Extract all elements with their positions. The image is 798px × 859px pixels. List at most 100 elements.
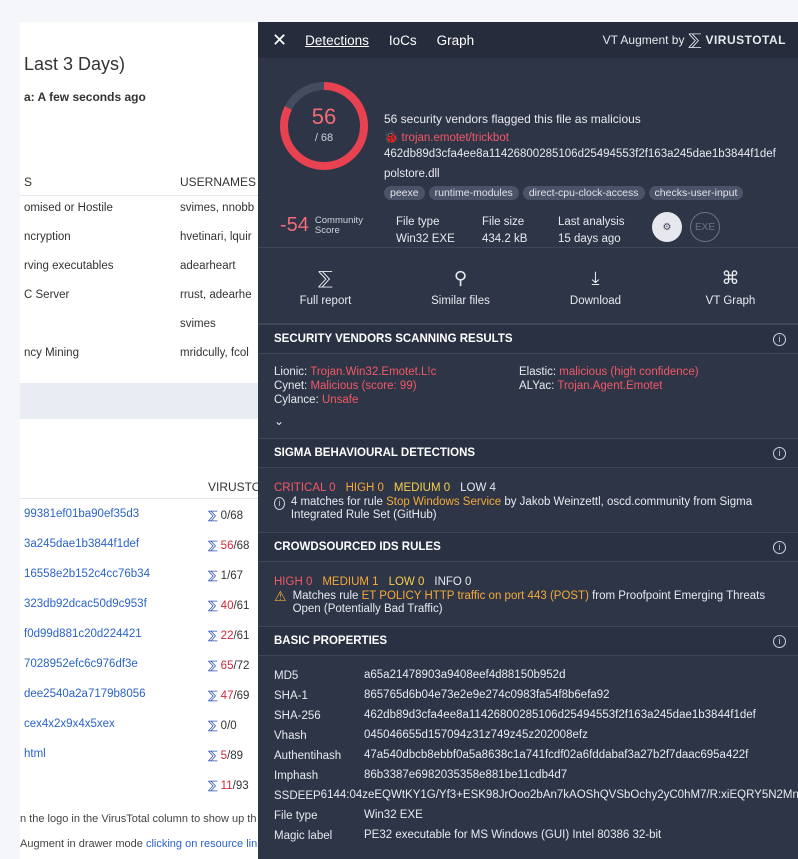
hash-link[interactable]: 7028952efc6c976df3e xyxy=(24,658,138,670)
vt-score[interactable]: ⅀ 40/61 xyxy=(208,598,249,612)
tab-graph[interactable]: Graph xyxy=(437,33,475,48)
vendor-results: Lionic: Trojan.Win32.Emotet.L!c Elastic:… xyxy=(258,354,798,412)
property-row: Imphash 86b3387e6982035358e881be11cdb4d7 xyxy=(274,766,782,786)
tag[interactable]: runtime-modules xyxy=(428,186,519,200)
vt-score[interactable]: ⅀ 65/72 xyxy=(208,658,249,672)
community-score: -54 Community Score xyxy=(280,214,363,237)
drawer-topbar: ✕ Detections IoCs Graph VT Augment by ⅀ … xyxy=(258,22,798,58)
search-icon: ⚲ xyxy=(453,268,468,288)
virustotal-logo-icon[interactable]: ⅀ xyxy=(208,750,218,762)
tag-list: peexe runtime-modules direct-cpu-clock-a… xyxy=(384,186,744,200)
tab-detections[interactable]: Detections xyxy=(305,33,369,48)
info-icon[interactable]: i xyxy=(773,332,786,346)
file-size: File size 434.2 kB xyxy=(482,216,528,245)
ids-severity-counts: HIGH 0 MEDIUM 1 LOW 0 INFO 0 xyxy=(274,576,472,588)
info-icon[interactable]: i xyxy=(773,446,786,460)
property-key: MD5 xyxy=(274,670,299,682)
column-header-virustotal: VIRUSTO xyxy=(208,480,262,494)
hash-link[interactable]: 16558e2b152c4cc76b34 xyxy=(24,568,150,580)
vt-score[interactable]: ⅀ 56/68 xyxy=(208,538,249,552)
sigma-rule-match: i 4 matches for rule Stop Windows Servic… xyxy=(274,496,782,522)
virustotal-logo-icon[interactable]: ⅀ xyxy=(208,690,218,702)
property-key: SSDEEP xyxy=(274,790,321,802)
table-cell: rrust, adearhe xyxy=(180,289,252,301)
sigma-section-header: SIGMA BEHAVIOURAL DETECTIONS i xyxy=(258,438,798,468)
chevron-down-icon[interactable]: ⌄ xyxy=(258,412,798,438)
vt-score[interactable]: ⅀ 5/89 xyxy=(208,748,243,762)
table-cell: ncy Mining xyxy=(24,347,79,359)
info-icon[interactable]: i xyxy=(773,634,786,648)
info-icon[interactable]: i xyxy=(773,540,786,554)
file-icons: ⚙ EXE xyxy=(652,212,720,242)
tag[interactable]: peexe xyxy=(384,186,425,200)
ids-rule-link[interactable]: ET POLICY HTTP traffic on port 443 (POST… xyxy=(362,590,589,602)
property-value: 045046655d157094z31z749z45z202008efz xyxy=(364,729,588,741)
property-value: PE32 executable for MS Windows (GUI) Int… xyxy=(364,829,662,841)
file-hash: 462db89d3cfa4ee8a11426800285106d25494553… xyxy=(384,148,776,160)
hash-link[interactable]: html xyxy=(24,748,46,760)
sigma-severity-counts: CRITICAL 0 HIGH 0 MEDIUM 0 LOW 4 xyxy=(274,482,496,494)
bug-icon: 🐞 xyxy=(384,132,399,144)
dashboard-updated: a: A few seconds ago xyxy=(24,90,146,104)
vt-score[interactable]: ⅀ 0/0 xyxy=(208,718,237,732)
property-row: File type Win32 EXE xyxy=(274,806,782,826)
vt-score[interactable]: ⅀ 22/61 xyxy=(208,628,249,642)
properties-section-header: BASIC PROPERTIES i xyxy=(258,626,798,656)
hash-link[interactable]: 323db92dcac50d9c953f xyxy=(24,598,147,610)
virustotal-logo-icon[interactable]: ⅀ xyxy=(208,720,218,732)
vt-score[interactable]: ⅀ 1/67 xyxy=(208,568,243,582)
virustotal-logo-icon[interactable]: ⅀ xyxy=(208,780,218,792)
vendor-result: ALYac: Trojan.Agent.Emotet xyxy=(519,380,663,392)
table-cell: adearheart xyxy=(180,260,236,272)
vendor-result: Cynet: Malicious (score: 99) xyxy=(274,380,417,392)
warning-icon: ⚠ xyxy=(274,588,287,604)
tab-iocs[interactable]: IoCs xyxy=(389,33,417,48)
similar-files-button[interactable]: ⚲ Similar files xyxy=(396,268,526,307)
hash-link[interactable]: 3a245dae1b3844f1def xyxy=(24,538,139,550)
property-row: Vhash 045046655d157094z31z749z45z202008ef… xyxy=(274,726,782,746)
virustotal-logo-icon[interactable]: ⅀ xyxy=(208,570,218,582)
tag[interactable]: direct-cpu-clock-access xyxy=(522,186,645,200)
hash-link[interactable]: cex4x2x9x4x5xex xyxy=(24,718,115,730)
virustotal-logo-icon[interactable]: ⅀ xyxy=(208,630,218,642)
file-summary: 56 / 68 56 security vendors flagged this… xyxy=(258,58,798,248)
vendor-result: Cylance: Unsafe xyxy=(274,394,359,406)
resource-link[interactable]: clicking on resource lin xyxy=(146,838,257,850)
exe-icon[interactable]: EXE xyxy=(690,212,720,242)
full-report-button[interactable]: ⅀ Full report xyxy=(261,268,391,307)
property-row: Authentihash 47a540dbcb8ebbf0a5a8638c1a74… xyxy=(274,746,782,766)
graph-icon: ⌘ xyxy=(721,268,740,288)
table-cell: svimes xyxy=(180,318,216,330)
close-icon[interactable]: ✕ xyxy=(272,30,287,51)
vt-score[interactable]: ⅀ 11/93 xyxy=(208,778,249,792)
property-row: SHA-256 462db89d3cfa4ee8a11426800285106d2… xyxy=(274,706,782,726)
property-value: Win32 EXE xyxy=(364,809,423,821)
sandbox-icon[interactable]: ⚙ xyxy=(652,212,682,242)
hash-link[interactable]: dee2540a2a7179b8056 xyxy=(24,688,146,700)
table-cell: C Server xyxy=(24,289,70,301)
last-analysis: Last analysis 15 days ago xyxy=(558,216,625,245)
vt-score[interactable]: ⅀ 0/68 xyxy=(208,508,243,522)
property-key: Imphash xyxy=(274,770,319,782)
download-button[interactable]: ⤓ Download xyxy=(531,268,661,307)
vt-graph-button[interactable]: ⌘ VT Graph xyxy=(666,268,796,307)
brand-name: VIRUSTOTAL xyxy=(705,33,786,47)
property-value: a65a21478903a9408eef4d88150b952d xyxy=(364,669,566,681)
virustotal-logo-icon[interactable]: ⅀ xyxy=(208,600,218,612)
community-score-value: -54 xyxy=(280,214,309,236)
property-value: 865765d6b04e73e2e9e274c0983fa54f8b6efa92 xyxy=(364,689,610,701)
virustotal-logo-icon[interactable]: ⅀ xyxy=(208,660,218,672)
section-title: BASIC PROPERTIES xyxy=(274,635,388,647)
ids-results: HIGH 0 MEDIUM 1 LOW 0 INFO 0 ⚠ Matches r… xyxy=(258,562,798,626)
flag-summary: 56 security vendors flagged this file as… xyxy=(384,112,641,126)
detection-total: / 68 xyxy=(314,132,334,144)
hash-link[interactable]: f0d99d881c20d224421 xyxy=(24,628,142,640)
hash-link[interactable]: 99381ef01ba90ef35d3 xyxy=(24,508,139,520)
virustotal-logo-icon[interactable]: ⅀ xyxy=(208,540,218,552)
tag[interactable]: checks-user-input xyxy=(648,186,744,200)
sigma-rule-link[interactable]: Stop Windows Service xyxy=(386,496,501,508)
vt-score[interactable]: ⅀ 47/69 xyxy=(208,688,249,702)
property-value: 86b3387e6982035358e881be11cdb4d7 xyxy=(364,769,568,781)
virustotal-logo-icon[interactable]: ⅀ xyxy=(208,510,218,522)
vendor-result: Elastic: malicious (high confidence) xyxy=(519,366,699,378)
